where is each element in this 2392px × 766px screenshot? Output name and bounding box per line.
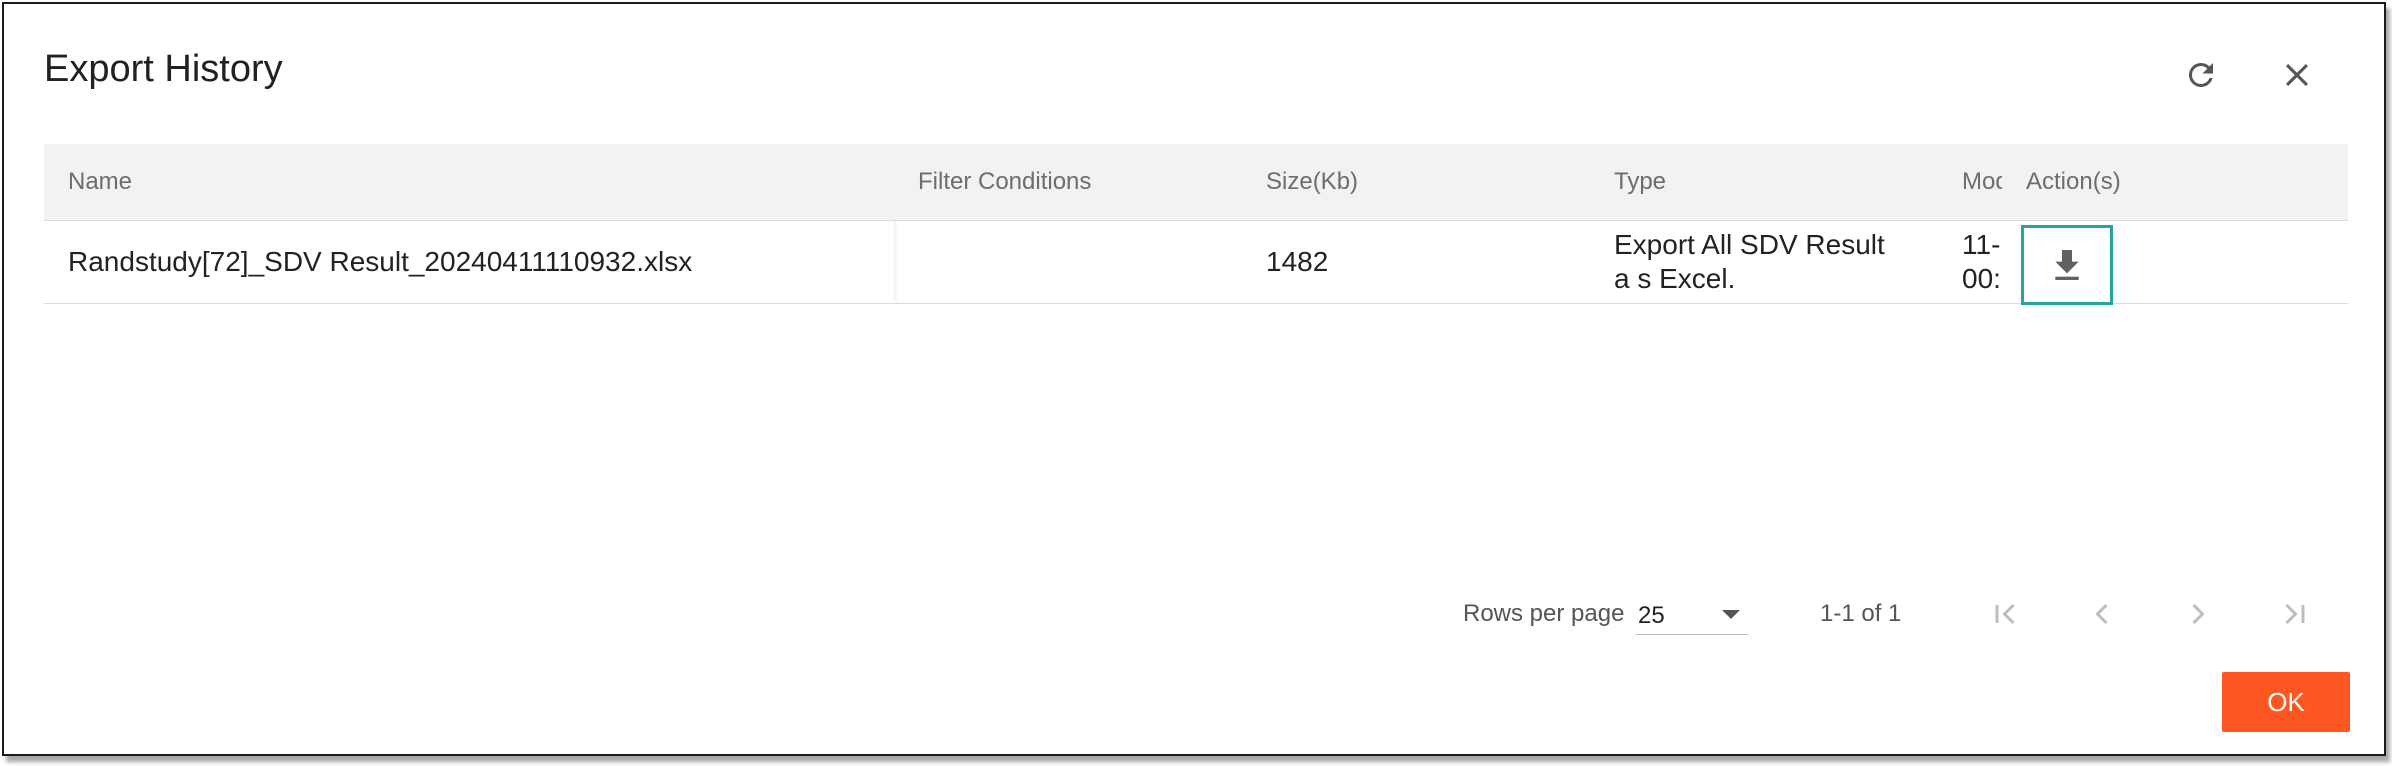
chevron-right-icon (2192, 603, 2205, 625)
rows-per-page-label: Rows per page (1463, 600, 1625, 627)
dropdown-caret-icon (1722, 610, 1740, 619)
cell-name: Randstudy[72]_SDV Result_20240411110932.… (68, 246, 693, 277)
column-header-actions: Action(s) (2026, 168, 2121, 195)
export-history-table: Name Filter Conditions Size(Kb) Type Mod… (44, 144, 2348, 305)
rows-per-page-value: 25 (1638, 602, 1665, 629)
download-icon (2055, 250, 2079, 280)
first-page-icon (1995, 603, 2015, 625)
cell-type: Export All SDV Result a s Excel. (1614, 229, 1885, 294)
column-header-filter-conditions[interactable]: Filter Conditions (918, 144, 1238, 220)
column-header-name[interactable]: Name (68, 144, 868, 220)
cell-modified: 11- 00: (1962, 229, 2001, 294)
download-button[interactable] (2021, 225, 2113, 305)
first-page-button[interactable] (1982, 590, 2030, 638)
close-icon (2285, 63, 2309, 87)
refresh-button[interactable] (2176, 50, 2226, 100)
next-page-button[interactable] (2174, 590, 2222, 638)
chevron-left-icon (2095, 603, 2108, 625)
last-page-icon (2285, 603, 2305, 625)
export-history-dialog: Export History Name Filter Conditions Si… (2, 2, 2386, 756)
refresh-icon (2188, 62, 2213, 87)
column-header-type[interactable]: Type (1614, 144, 1934, 220)
column-header-size[interactable]: Size(Kb) (1266, 144, 1586, 220)
table-row: Randstudy[72]_SDV Result_20240411110932.… (44, 221, 2348, 305)
previous-page-button[interactable] (2078, 590, 2126, 638)
cell-filter-conditions (918, 221, 1238, 303)
column-header-modified[interactable]: Mod (1962, 144, 2002, 220)
close-button[interactable] (2272, 50, 2322, 100)
dialog-title: Export History (44, 48, 283, 90)
ok-button[interactable]: OK (2222, 672, 2350, 732)
cell-size: 1482 (1266, 246, 1329, 277)
rows-per-page-select[interactable]: 25 (1636, 594, 1748, 635)
last-page-button[interactable] (2270, 590, 2318, 638)
table-header: Name Filter Conditions Size(Kb) Type Mod… (44, 144, 2348, 221)
pagination-range: 1-1 of 1 (1820, 600, 1902, 627)
pagination-bar: Rows per page 25 1-1 of 1 (4, 584, 2384, 644)
